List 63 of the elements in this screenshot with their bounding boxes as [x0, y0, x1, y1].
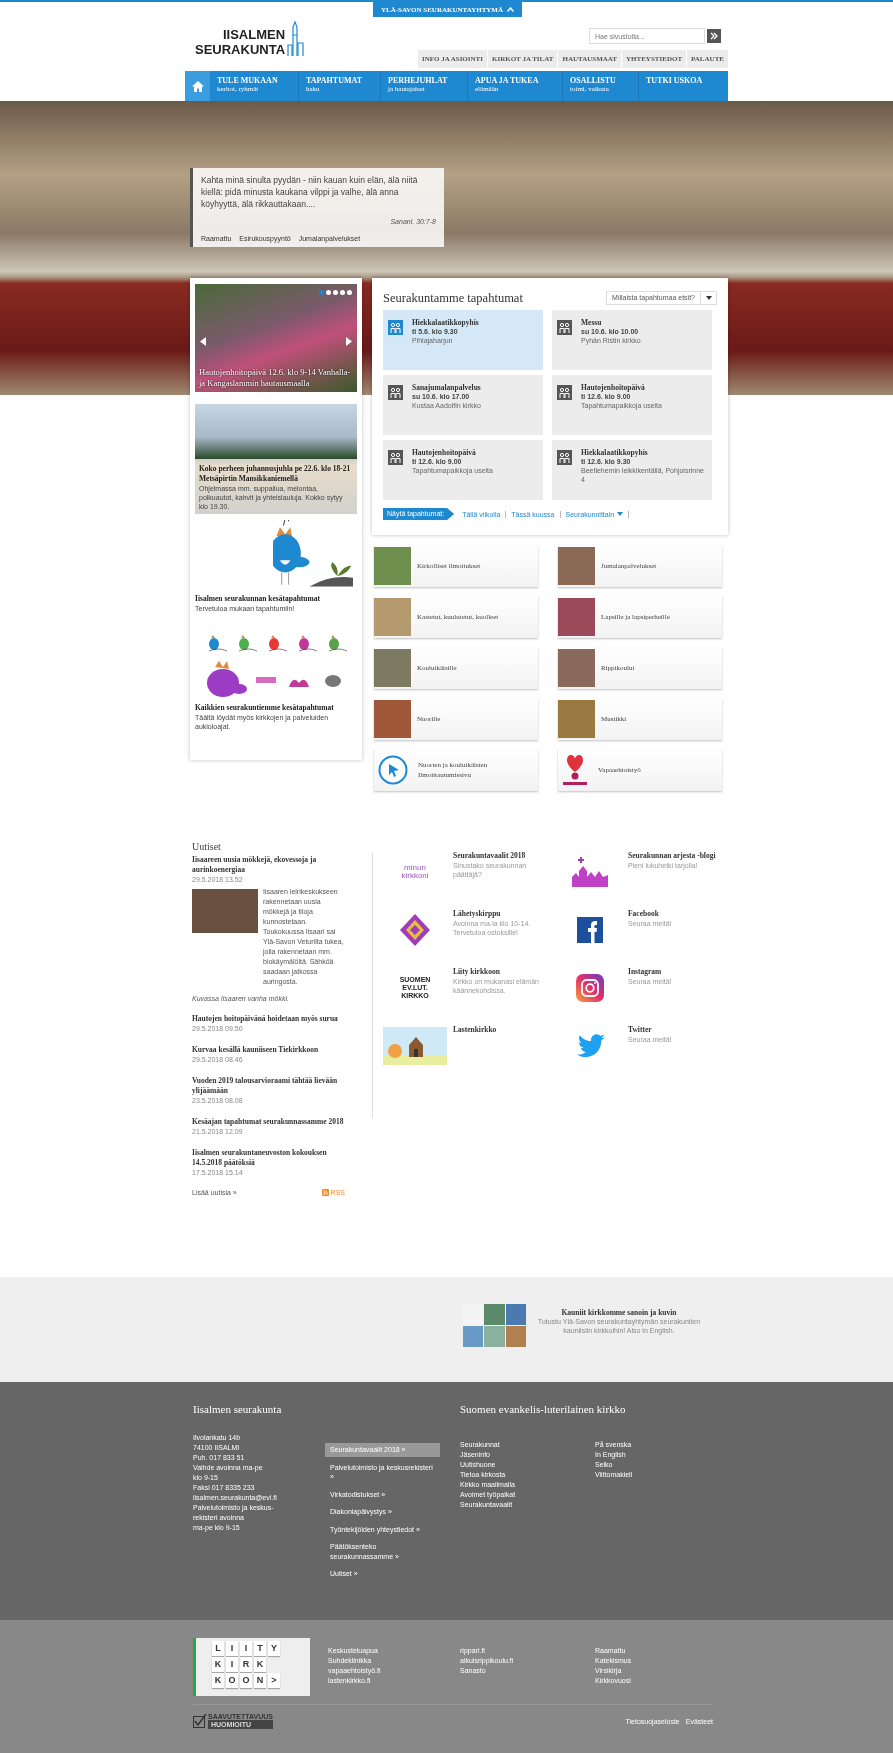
people-icon — [557, 450, 572, 465]
carousel-dot[interactable] — [340, 290, 345, 295]
carousel-dot[interactable] — [333, 290, 338, 295]
photo-placeholder — [558, 598, 595, 636]
arrow-left-icon[interactable] — [200, 337, 206, 346]
photo-placeholder — [558, 700, 595, 738]
arrow-right-icon[interactable] — [346, 337, 352, 346]
photo-placeholder — [374, 649, 411, 687]
diamond-pattern-icon[interactable] — [400, 914, 430, 946]
letter-tile: N — [254, 1673, 266, 1688]
church-tower-icon — [287, 21, 306, 57]
footer-heading: Iisalmen seurakunta — [193, 1403, 283, 1415]
people-icon — [388, 320, 403, 335]
logo-text[interactable]: IISALMEN SEURAKUNTA — [195, 27, 286, 57]
letter-tile: K — [254, 1657, 266, 1672]
pointer-icon — [378, 755, 408, 785]
checkbox-icon — [193, 1714, 207, 1728]
caret-icon — [706, 296, 712, 300]
chevron-up-icon — [507, 7, 515, 12]
letter-tile: R — [240, 1657, 252, 1672]
letter-tile: T — [254, 1641, 266, 1656]
caret-icon — [617, 512, 624, 516]
photo-placeholder — [192, 889, 258, 933]
photo-placeholder — [558, 547, 595, 585]
letter-tile: L — [212, 1641, 224, 1656]
photo-placeholder — [463, 1304, 526, 1347]
heart-icon — [562, 754, 588, 786]
nav-item[interactable]: TUTKI USKOA — [639, 71, 709, 101]
photo-placeholder — [374, 598, 411, 636]
footer-heading: Suomen evankelis-luterilainen kirkko — [460, 1403, 627, 1415]
join-church-banner[interactable]: L I I T Y K I R K K O O N > — [193, 1638, 310, 1696]
facebook-icon[interactable] — [577, 917, 603, 943]
carousel-dot[interactable] — [319, 290, 324, 295]
instagram-icon[interactable] — [576, 974, 604, 1002]
search-icon[interactable] — [707, 29, 721, 43]
letter-tile: K — [212, 1673, 224, 1688]
church-illustration[interactable] — [383, 1027, 447, 1065]
rss-icon — [321, 1189, 329, 1196]
photo-placeholder — [374, 700, 411, 738]
logo-text[interactable]: minun kirkkoni — [401, 864, 429, 880]
people-icon — [557, 385, 572, 400]
letter-tile: I — [240, 1641, 252, 1656]
letter-tile: I — [226, 1641, 238, 1656]
home-icon[interactable] — [185, 71, 210, 101]
carousel-dot[interactable] — [326, 290, 331, 295]
letter-tile: O — [226, 1673, 238, 1688]
letter-tile: I — [226, 1657, 238, 1672]
people-icon — [388, 450, 403, 465]
people-icon — [557, 320, 572, 335]
letter-tile: O — [240, 1673, 252, 1688]
quote-text: Kahta minä sinulta pyydän - niin kauan kuin elän, älä niitä kiellä: pidä minusta kaukana vilppi ja valhe, älä anna köyhyyttä, älä rikkauttakaan.... — [201, 174, 419, 210]
carousel-dot[interactable] — [347, 290, 352, 295]
people-icon — [388, 385, 403, 400]
church-silhouette-icon[interactable] — [572, 857, 608, 887]
carousel-caption[interactable]: Hautojenhoitopäivä 12.6. klo 9-14 Vanhalla- ja Kangaslammin hautausmaalla — [195, 367, 357, 392]
photo-placeholder — [558, 649, 595, 687]
letter-tile: > — [268, 1673, 280, 1688]
letter-tile: Y — [268, 1641, 280, 1656]
photo-placeholder — [374, 547, 411, 585]
letter-tile: K — [212, 1657, 224, 1672]
twitter-icon[interactable] — [575, 1033, 605, 1059]
news-heading: Uutiset — [192, 841, 222, 852]
events-title: Seurakuntamme tapahtumat — [383, 290, 523, 306]
